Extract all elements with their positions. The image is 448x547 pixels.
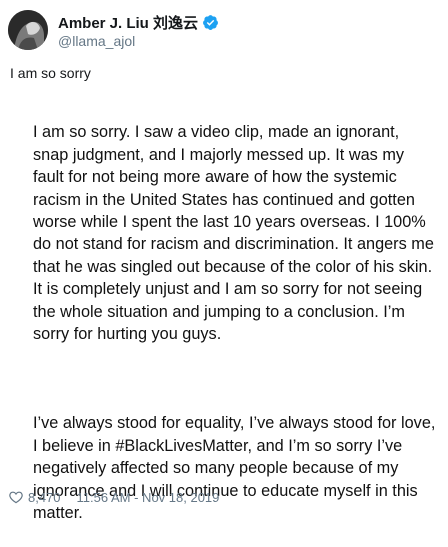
author-name-row: Amber J. Liu 刘逸云: [58, 12, 219, 33]
like-count[interactable]: 8,470: [28, 490, 61, 505]
tweet-timestamp[interactable]: 11:56 AM - Nov 18, 2019: [77, 490, 220, 505]
verified-badge-icon: [202, 14, 219, 31]
profile-photo: [8, 10, 48, 50]
statement-paragraph-1: I am so sorry. I saw a video clip, made …: [33, 123, 434, 344]
tweet-header: Amber J. Liu 刘逸云 @llama_ajol: [8, 10, 438, 50]
apology-statement-image[interactable]: I am so sorry. I saw a video clip, made …: [33, 99, 437, 547]
tweet-text: I am so sorry: [10, 65, 91, 81]
author-handle[interactable]: @llama_ajol: [58, 33, 135, 49]
avatar[interactable]: [8, 10, 48, 50]
heart-icon[interactable]: [8, 489, 24, 505]
tweet-footer: 8,470 11:56 AM - Nov 18, 2019: [8, 488, 219, 506]
statement-paragraph-2: I’ve always stood for equality, I’ve alw…: [33, 414, 436, 522]
author-display-name[interactable]: Amber J. Liu 刘逸云: [58, 12, 198, 33]
